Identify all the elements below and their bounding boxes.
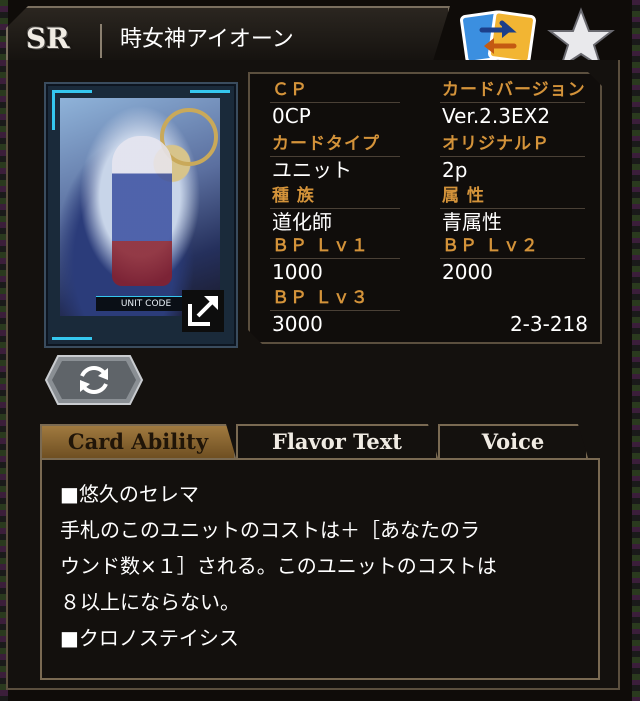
attribute-value: 青属性 <box>442 210 502 234</box>
unit-code-label: UNIT CODE <box>96 296 196 311</box>
label-underline <box>440 208 585 209</box>
card-stats-panel: ＣＰ 0CP カードバージョン Ver.2.3EX2 カードタイプ ユニット オ… <box>248 72 602 344</box>
swap-arrows-icon <box>460 10 536 64</box>
label-underline <box>270 310 400 311</box>
ability-line: ■クロノステイシス <box>60 626 239 650</box>
rotate-card-button[interactable] <box>44 354 144 406</box>
label-underline <box>440 258 585 259</box>
header-divider <box>100 24 102 58</box>
label-underline <box>270 102 400 103</box>
frame-accent <box>52 90 92 93</box>
rarity-badge: SR <box>26 22 70 55</box>
frame-accent <box>52 337 92 340</box>
ability-line: ウンド数×１］される。このユニットのコストは <box>60 554 497 578</box>
card-header: SR 時女神アイオーン <box>6 6 450 64</box>
version-label: カードバージョン <box>442 80 586 100</box>
label-underline <box>270 258 400 259</box>
expand-image-button[interactable] <box>182 290 224 332</box>
ability-line: ８以上にならない。 <box>60 590 240 614</box>
version-value: Ver.2.3EX2 <box>442 104 551 128</box>
cp-label: ＣＰ <box>272 80 308 100</box>
card-illustration <box>60 98 220 316</box>
bp-lv2-value: 2000 <box>442 260 493 284</box>
frame-accent <box>52 90 55 130</box>
race-value: 道化師 <box>272 210 332 234</box>
label-underline <box>440 102 585 103</box>
type-value: ユニット <box>272 158 352 182</box>
attribute-label: 属 性 <box>442 186 485 206</box>
bp-lv1-label: ＢＰ Ｌｖ１ <box>272 236 369 256</box>
cp-value: 0CP <box>272 104 311 128</box>
expand-external-icon <box>182 290 224 332</box>
tab-voice[interactable]: Voice <box>438 424 588 458</box>
ability-text-panel: ■悠久のセレマ 手札のこのユニットのコストは＋［あなたのラ ウンド数×１］される… <box>40 458 600 680</box>
bp-lv2-label: ＢＰ Ｌｖ２ <box>442 236 539 256</box>
label-underline <box>270 156 400 157</box>
type-label: カードタイプ <box>272 134 380 154</box>
card-name: 時女神アイオーン <box>120 27 294 52</box>
right-edge-decoration <box>632 0 640 701</box>
bp-lv3-value: 3000 <box>272 312 323 336</box>
label-underline <box>440 156 585 157</box>
swap-card-button[interactable] <box>458 8 538 66</box>
card-number: 2-3-218 <box>509 312 588 336</box>
ability-line: ■悠久のセレマ <box>60 482 199 506</box>
race-label: 種 族 <box>272 186 315 206</box>
label-underline <box>270 208 400 209</box>
bp-lv3-label: ＢＰ Ｌｖ３ <box>272 288 369 308</box>
rotate-arrows-icon <box>44 355 144 405</box>
original-p-value: 2p <box>442 158 468 182</box>
frame-accent <box>190 90 230 93</box>
original-p-label: オリジナルＰ <box>442 134 550 154</box>
tab-flavor-text[interactable]: Flavor Text <box>236 424 438 458</box>
character-figure <box>112 136 172 286</box>
ability-line: 手札のこのユニットのコストは＋［あなたのラ <box>60 518 480 542</box>
tab-card-ability[interactable]: Card Ability <box>40 424 236 458</box>
bp-lv1-value: 1000 <box>272 260 323 284</box>
